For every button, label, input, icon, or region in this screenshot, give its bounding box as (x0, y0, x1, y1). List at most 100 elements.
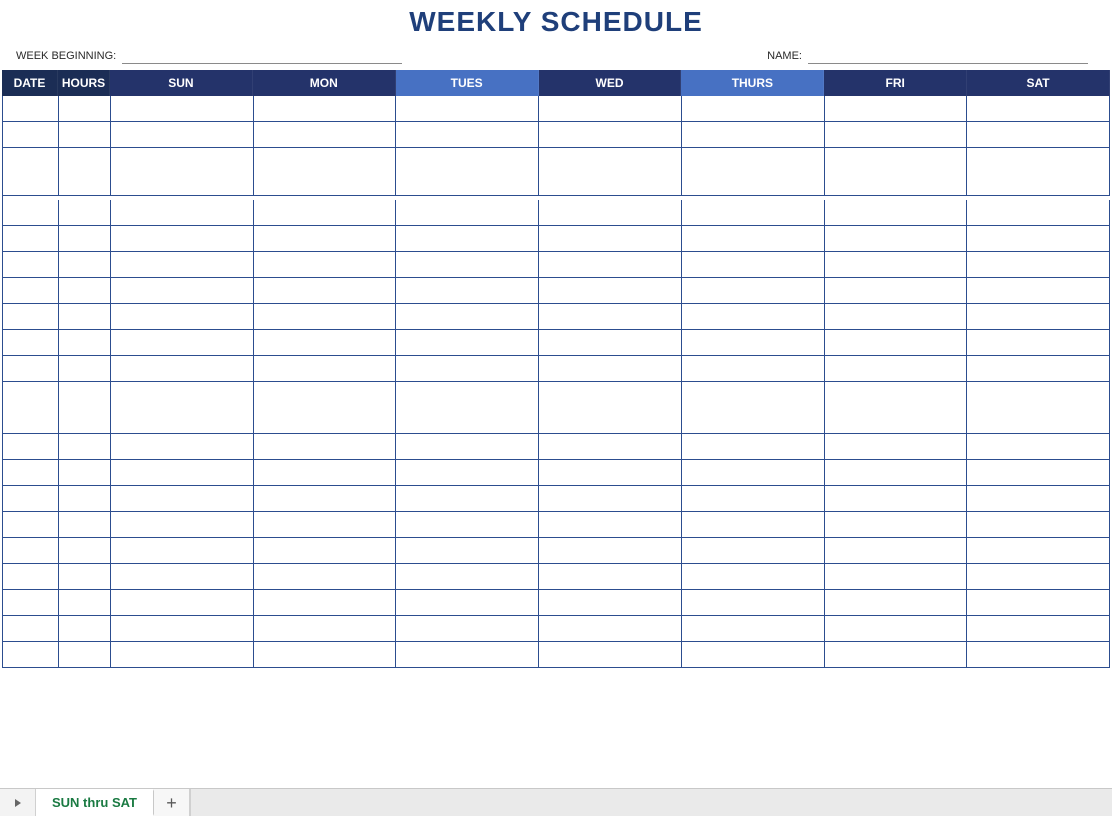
cell-wed[interactable] (539, 434, 682, 460)
cell-sat[interactable] (967, 356, 1110, 382)
cell-mon[interactable] (254, 642, 397, 668)
cell-sun[interactable] (111, 356, 254, 382)
cell-tues[interactable] (396, 200, 539, 226)
cell-hours[interactable] (59, 564, 111, 590)
cell-fri[interactable] (825, 642, 968, 668)
cell-tues[interactable] (396, 96, 539, 122)
cell-wed[interactable] (539, 408, 682, 434)
cell-sat[interactable] (967, 590, 1110, 616)
cell-sat[interactable] (967, 252, 1110, 278)
cell-sat[interactable] (967, 278, 1110, 304)
name-field[interactable] (808, 48, 1088, 64)
cell-sat[interactable] (967, 434, 1110, 460)
cell-mon[interactable] (254, 226, 397, 252)
cell-thurs[interactable] (682, 252, 825, 278)
cell-mon[interactable] (254, 564, 397, 590)
cell-mon[interactable] (254, 122, 397, 148)
cell-sun[interactable] (111, 460, 254, 486)
cell-date[interactable] (3, 174, 59, 196)
cell-wed[interactable] (539, 460, 682, 486)
cell-thurs[interactable] (682, 616, 825, 642)
week-beginning-field[interactable] (122, 48, 402, 64)
cell-mon[interactable] (254, 460, 397, 486)
cell-date[interactable] (3, 200, 59, 226)
cell-date[interactable] (3, 564, 59, 590)
cell-mon[interactable] (254, 278, 397, 304)
cell-sun[interactable] (111, 590, 254, 616)
cell-thurs[interactable] (682, 590, 825, 616)
cell-tues[interactable] (396, 330, 539, 356)
cell-sat[interactable] (967, 486, 1110, 512)
sheet-tab-active[interactable]: SUN thru SAT (36, 789, 154, 816)
cell-hours[interactable] (59, 122, 111, 148)
cell-tues[interactable] (396, 304, 539, 330)
cell-date[interactable] (3, 122, 59, 148)
cell-mon[interactable] (254, 200, 397, 226)
cell-date[interactable] (3, 408, 59, 434)
cell-tues[interactable] (396, 564, 539, 590)
cell-fri[interactable] (825, 278, 968, 304)
cell-date[interactable] (3, 486, 59, 512)
cell-fri[interactable] (825, 564, 968, 590)
cell-wed[interactable] (539, 486, 682, 512)
cell-tues[interactable] (396, 642, 539, 668)
cell-mon[interactable] (254, 538, 397, 564)
cell-wed[interactable] (539, 616, 682, 642)
cell-wed[interactable] (539, 330, 682, 356)
cell-sun[interactable] (111, 122, 254, 148)
cell-date[interactable] (3, 434, 59, 460)
cell-thurs[interactable] (682, 96, 825, 122)
cell-date[interactable] (3, 642, 59, 668)
cell-sat[interactable] (967, 96, 1110, 122)
cell-mon[interactable] (254, 304, 397, 330)
cell-date[interactable] (3, 616, 59, 642)
cell-sun[interactable] (111, 330, 254, 356)
cell-wed[interactable] (539, 538, 682, 564)
cell-sat[interactable] (967, 122, 1110, 148)
cell-wed[interactable] (539, 252, 682, 278)
cell-wed[interactable] (539, 200, 682, 226)
cell-thurs[interactable] (682, 434, 825, 460)
cell-mon[interactable] (254, 252, 397, 278)
cell-tues[interactable] (396, 616, 539, 642)
cell-thurs[interactable] (682, 174, 825, 196)
cell-hours[interactable] (59, 252, 111, 278)
cell-tues[interactable] (396, 356, 539, 382)
cell-mon[interactable] (254, 408, 397, 434)
cell-hours[interactable] (59, 512, 111, 538)
cell-date[interactable] (3, 96, 59, 122)
cell-sun[interactable] (111, 512, 254, 538)
cell-hours[interactable] (59, 174, 111, 196)
cell-fri[interactable] (825, 304, 968, 330)
cell-tues[interactable] (396, 174, 539, 196)
cell-date[interactable] (3, 226, 59, 252)
cell-mon[interactable] (254, 512, 397, 538)
cell-fri[interactable] (825, 252, 968, 278)
cell-thurs[interactable] (682, 408, 825, 434)
cell-sat[interactable] (967, 460, 1110, 486)
cell-fri[interactable] (825, 538, 968, 564)
cell-fri[interactable] (825, 122, 968, 148)
cell-tues[interactable] (396, 590, 539, 616)
cell-tues[interactable] (396, 486, 539, 512)
cell-fri[interactable] (825, 512, 968, 538)
cell-thurs[interactable] (682, 642, 825, 668)
cell-sat[interactable] (967, 616, 1110, 642)
cell-fri[interactable] (825, 174, 968, 196)
cell-hours[interactable] (59, 356, 111, 382)
cell-hours[interactable] (59, 538, 111, 564)
cell-sun[interactable] (111, 96, 254, 122)
cell-date[interactable] (3, 252, 59, 278)
cell-mon[interactable] (254, 356, 397, 382)
cell-wed[interactable] (539, 278, 682, 304)
cell-fri[interactable] (825, 200, 968, 226)
cell-wed[interactable] (539, 226, 682, 252)
cell-hours[interactable] (59, 460, 111, 486)
cell-hours[interactable] (59, 434, 111, 460)
cell-thurs[interactable] (682, 564, 825, 590)
cell-sat[interactable] (967, 304, 1110, 330)
cell-wed[interactable] (539, 122, 682, 148)
cell-tues[interactable] (396, 226, 539, 252)
cell-wed[interactable] (539, 512, 682, 538)
cell-wed[interactable] (539, 564, 682, 590)
